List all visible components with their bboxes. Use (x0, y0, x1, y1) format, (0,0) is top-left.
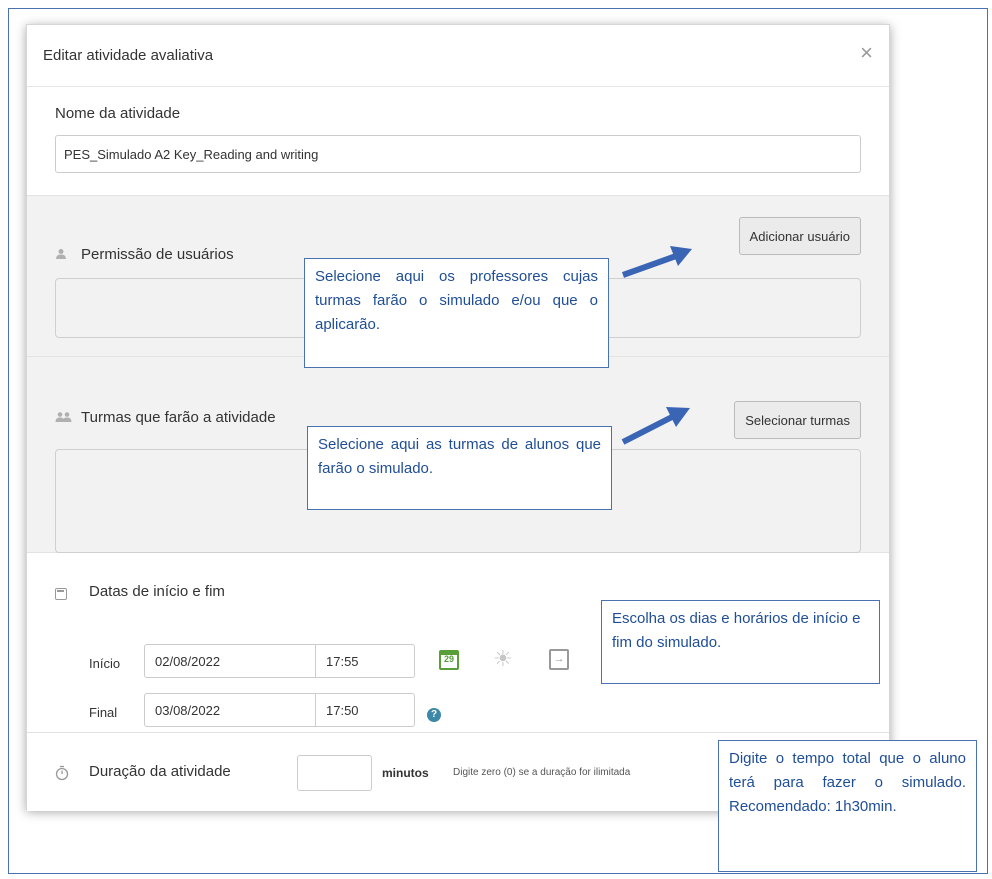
calendar-end-icon[interactable]: → (549, 649, 569, 670)
callout-turmas: Selecione aqui as turmas de alunos que f… (307, 426, 612, 510)
callout-datas: Escolha os dias e horários de início e f… (601, 600, 880, 684)
start-date-input[interactable] (144, 644, 316, 678)
duration-label: Duração da atividade (89, 763, 231, 780)
dates-label: Datas de início e fim (89, 583, 225, 600)
duration-unit: minutos (382, 766, 429, 780)
start-label: Início (89, 656, 121, 671)
duration-hint: Digite zero (0) se a duração for ilimita… (453, 767, 631, 778)
end-date-input[interactable] (144, 693, 316, 727)
user-permission-label: Permissão de usuários (81, 246, 234, 263)
person-icon (56, 249, 66, 259)
help-icon[interactable]: ? (427, 708, 441, 722)
arrow-icon (621, 246, 692, 278)
classes-label: Turmas que farão a atividade (81, 409, 276, 426)
arrow-icon (621, 407, 690, 445)
calendar-picker-icon[interactable]: 29 (439, 650, 459, 670)
modal-title: Editar atividade avaliativa (43, 47, 214, 64)
duration-input[interactable] (297, 755, 372, 791)
callout-duracao: Digite o tempo total que o aluno terá pa… (718, 740, 977, 872)
start-time-input[interactable] (315, 644, 415, 678)
close-icon[interactable]: × (860, 41, 873, 65)
callout-professores: Selecione aqui os professores cujas turm… (304, 258, 609, 368)
sun-icon[interactable]: ☀ (493, 647, 513, 671)
group-icon (55, 412, 72, 422)
timer-icon (55, 765, 69, 781)
activity-name-label: Nome da atividade (55, 105, 181, 122)
end-time-input[interactable] (315, 693, 415, 727)
activity-name-input[interactable] (55, 135, 861, 173)
end-label: Final (89, 705, 118, 720)
add-user-button[interactable]: Adicionar usuário (738, 217, 861, 255)
activity-name-section: Nome da atividade (27, 87, 889, 195)
calendar-icon (55, 588, 67, 600)
edit-activity-modal: Editar atividade avaliativa × Nome da at… (26, 24, 890, 811)
modal-header: Editar atividade avaliativa × (27, 25, 889, 87)
select-classes-button[interactable]: Selecionar turmas (734, 401, 861, 439)
